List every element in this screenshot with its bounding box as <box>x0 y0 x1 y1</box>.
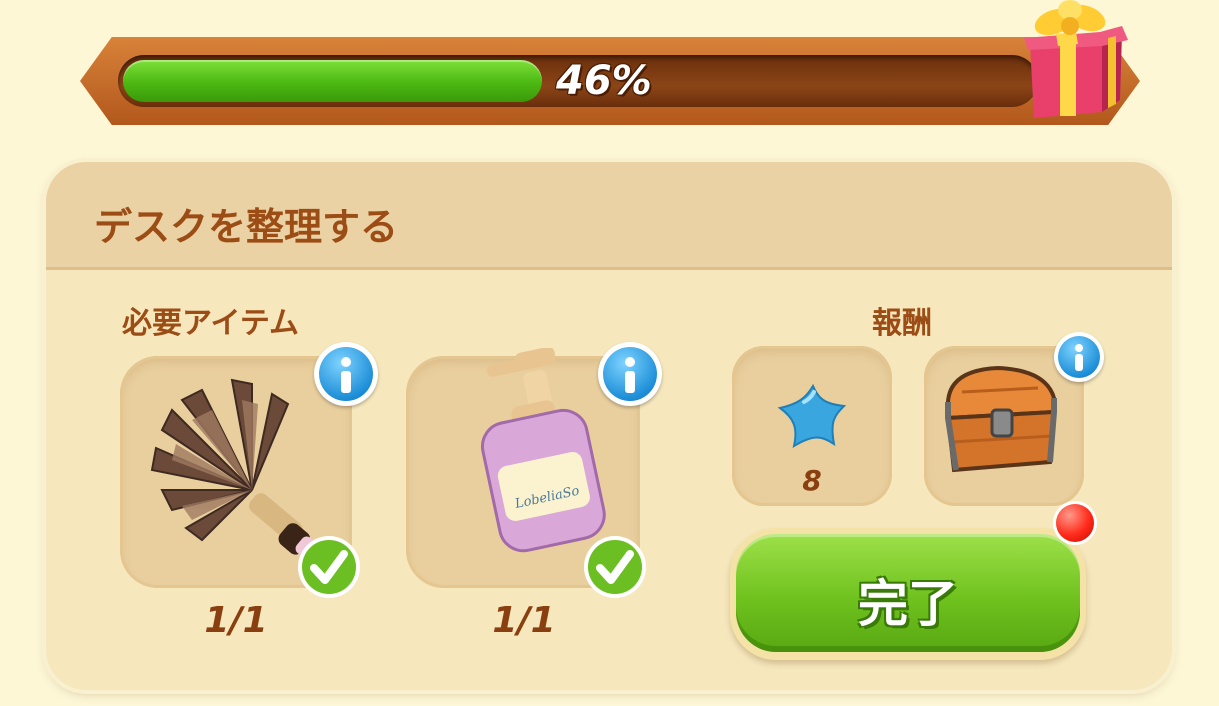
quest-title: デスクを整理する <box>94 205 399 249</box>
progress-bar-fill <box>123 60 542 102</box>
quest-header: デスクを整理する <box>46 162 1172 270</box>
blue-star-icon <box>777 383 847 449</box>
star-reward-count: 8 <box>802 464 822 497</box>
duster-info-icon[interactable] <box>314 342 378 406</box>
complete-button[interactable]: 完了 <box>730 528 1086 660</box>
soap-count-label: 1/1 <box>492 600 556 641</box>
soap-info-icon[interactable] <box>598 342 662 406</box>
notification-dot <box>1056 504 1094 542</box>
reward-label: 報酬 <box>872 306 932 341</box>
duster-checkmark-icon <box>298 536 360 598</box>
progress-percent-label: 46% <box>556 58 652 104</box>
soap-checkmark-icon <box>584 536 646 598</box>
duster-count-label: 1/1 <box>204 600 268 641</box>
treasure-chest-icon <box>945 365 1057 473</box>
complete-button-label: 完了 <box>858 575 958 633</box>
gift-box-icon[interactable] <box>1016 0 1128 124</box>
required-items-label: 必要アイテム <box>122 306 299 341</box>
chest-info-icon[interactable] <box>1054 332 1104 382</box>
